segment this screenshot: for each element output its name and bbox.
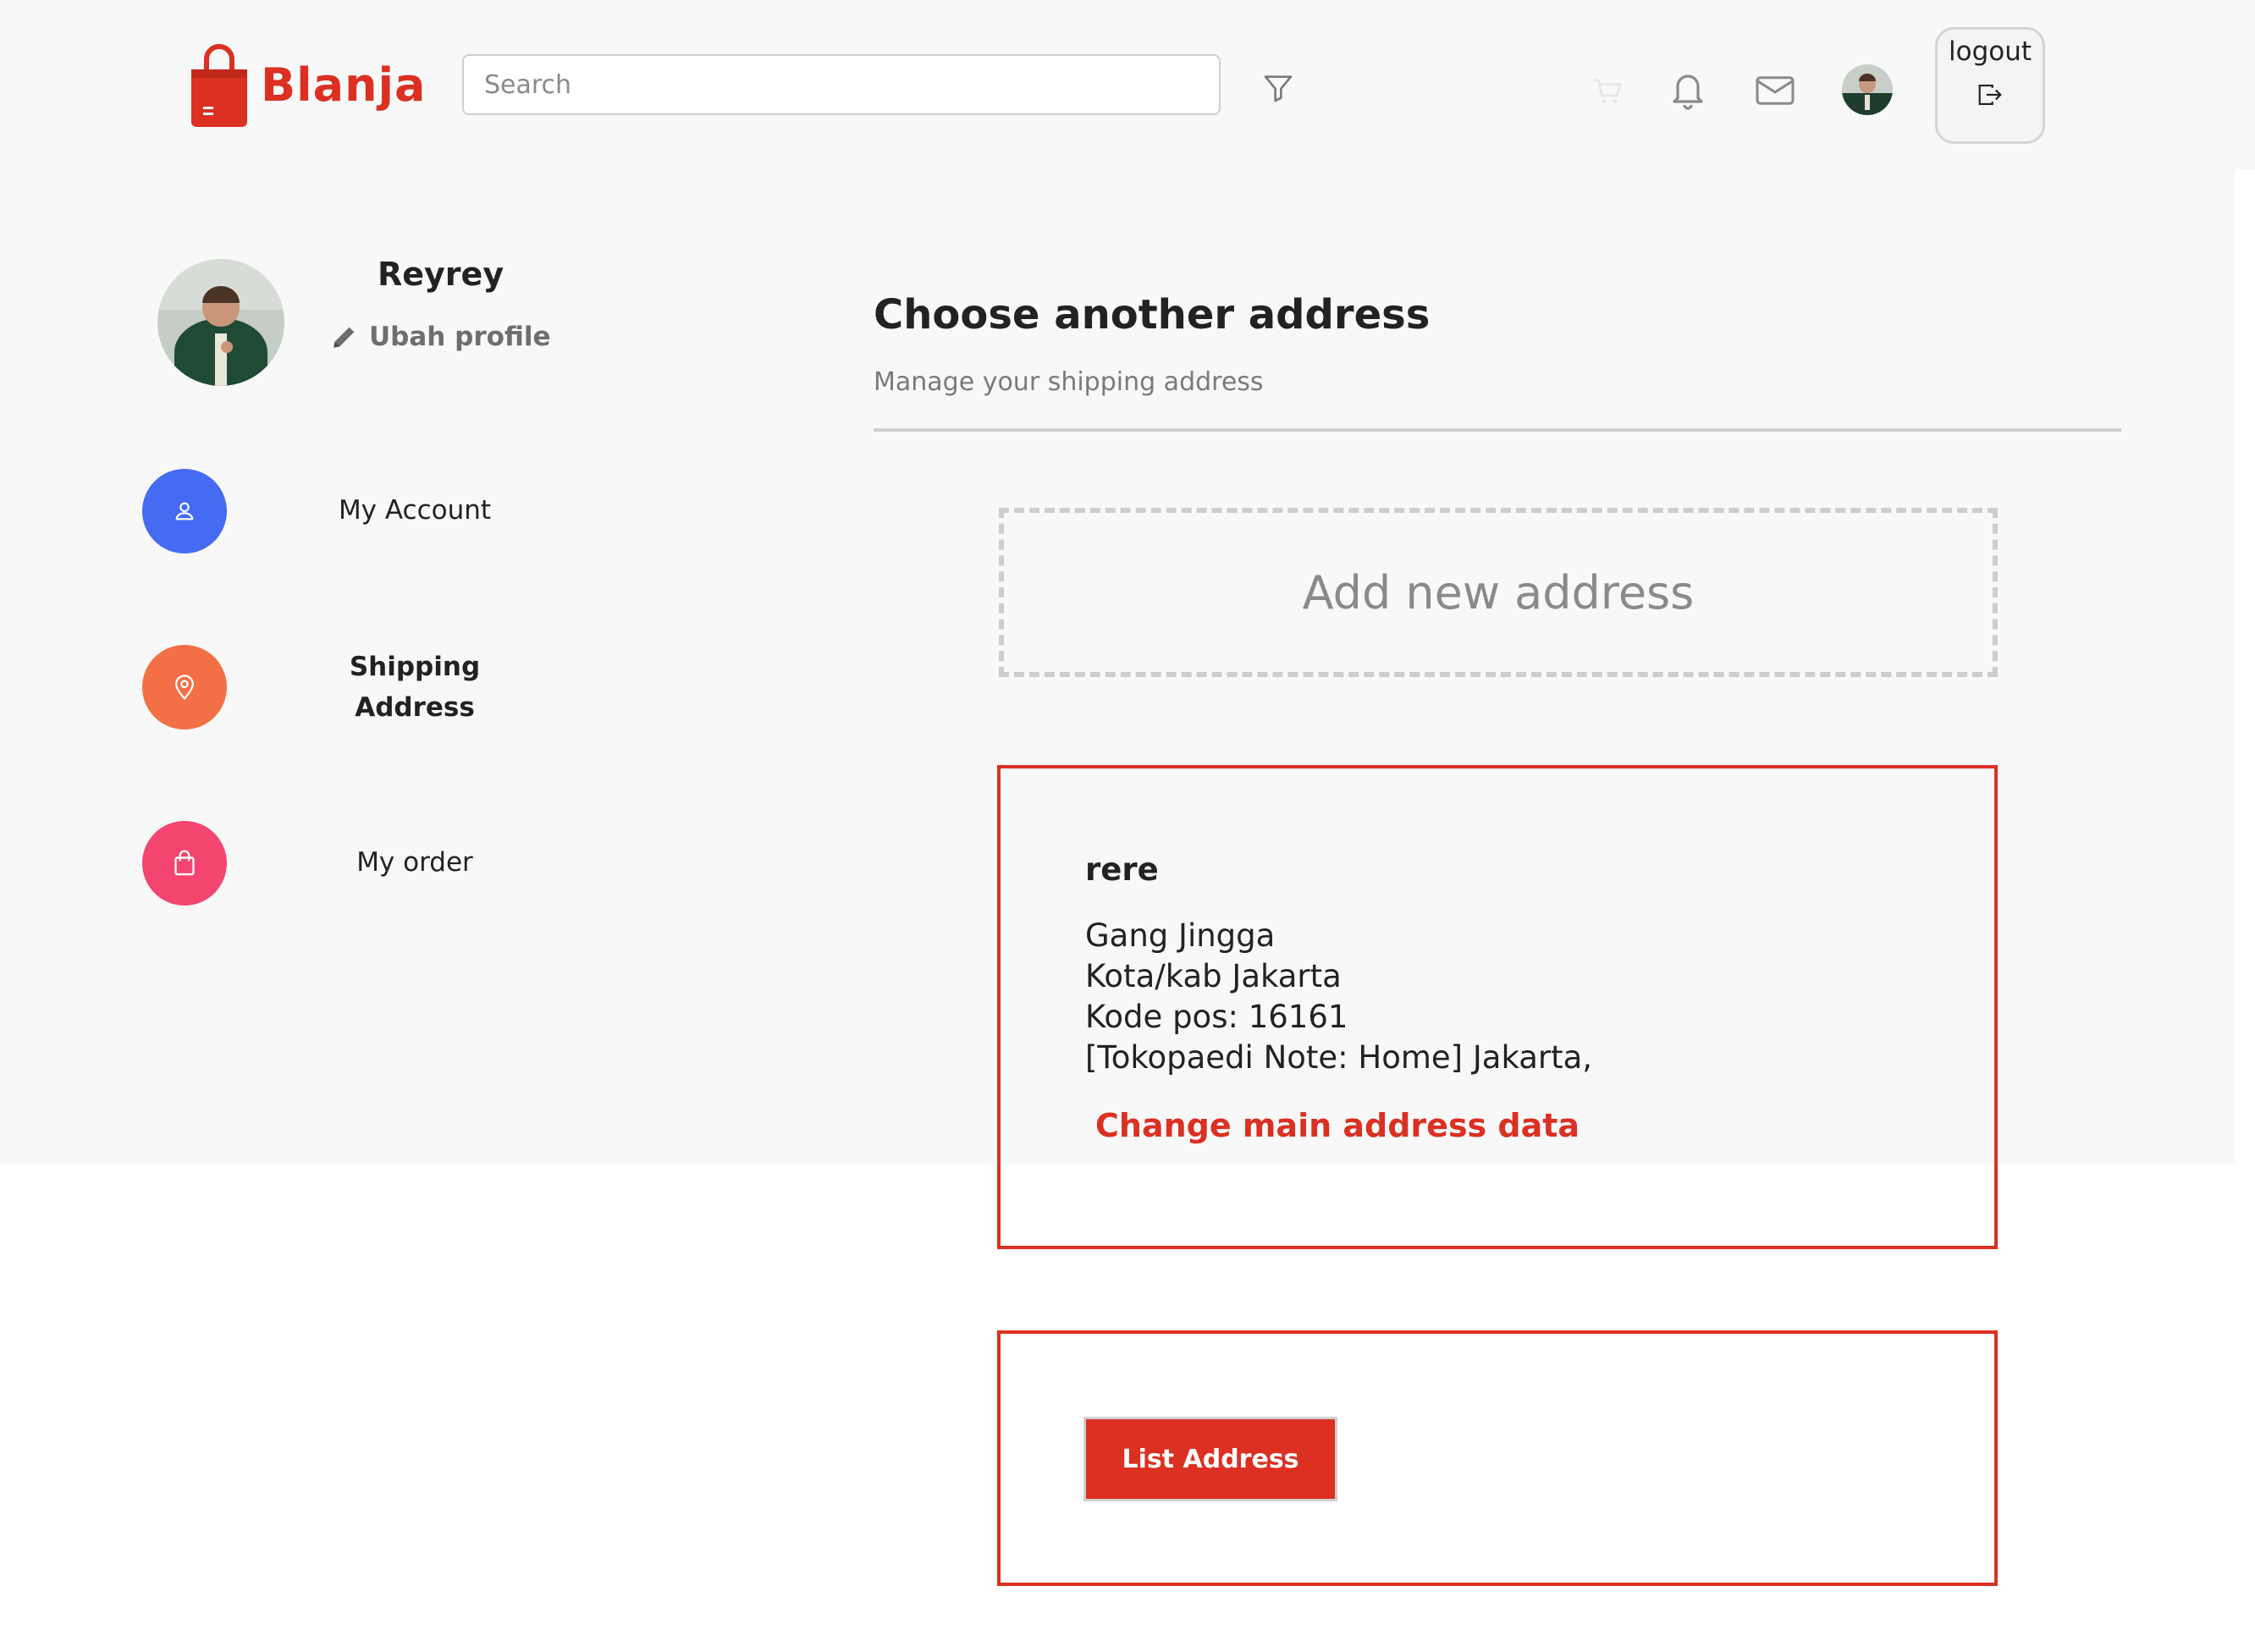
avatar-image <box>1842 64 1893 115</box>
sidebar-item-label[interactable]: My Account <box>296 490 533 531</box>
bell-icon[interactable] <box>1668 68 1708 112</box>
sidebar-item-label[interactable]: My order <box>296 842 533 883</box>
map-pin-icon <box>175 675 194 701</box>
profile-avatar-image <box>157 259 284 386</box>
add-new-address-label: Add new address <box>1302 565 1695 620</box>
map-pin-icon-circle <box>142 645 227 730</box>
address-card[interactable]: rere Gang Jingga Kota/kab Jakarta Kode p… <box>997 765 1998 1249</box>
profile-name: Reyrey <box>378 256 504 293</box>
change-address-link[interactable]: Change main address data <box>1095 1107 1580 1144</box>
address-recipient-name: rere <box>1085 851 1159 888</box>
address-line: Gang Jingga <box>1085 917 1276 954</box>
mail-icon[interactable] <box>1754 73 1796 108</box>
user-icon <box>175 502 194 520</box>
pencil-icon <box>334 327 355 348</box>
brand-name: Blanja <box>261 58 427 112</box>
logout-label: logout <box>1948 36 2032 67</box>
brand-logo[interactable]: Blanja <box>188 41 427 129</box>
shopping-bag-icon <box>174 850 195 876</box>
divider <box>874 428 2121 432</box>
edit-profile-label: Ubah profile <box>369 322 551 352</box>
edit-profile-link[interactable]: Ubah profile <box>330 322 551 352</box>
address-line: Kota/kab Jakarta <box>1085 958 1342 994</box>
address-line: [Tokopaedi Note: Home] Jakarta, <box>1085 1039 1593 1076</box>
user-icon-circle <box>142 469 227 553</box>
logout-icon <box>1978 85 2002 105</box>
sidebar-item-my-account[interactable] <box>142 469 227 553</box>
shopping-bag-icon-circle <box>142 821 227 906</box>
page-subtitle: Manage your shipping address <box>874 367 1264 397</box>
add-new-address-button[interactable]: Add new address <box>999 508 1998 677</box>
shopping-bag-logo-icon <box>191 44 247 127</box>
profile-avatar <box>157 259 284 386</box>
list-address-card: List Address <box>997 1330 1998 1586</box>
sidebar-item-shipping-address[interactable] <box>142 645 227 730</box>
cart-icon[interactable] <box>1591 74 1625 108</box>
filter-icon[interactable] <box>1261 71 1295 105</box>
page-title: Choose another address <box>874 291 1431 339</box>
sidebar-item-my-order[interactable] <box>142 821 227 906</box>
avatar[interactable] <box>1842 64 1893 115</box>
list-address-button[interactable]: List Address <box>1083 1417 1337 1501</box>
search-input[interactable] <box>462 54 1221 115</box>
logout-button[interactable]: logout <box>1935 27 2045 144</box>
address-line: Kode pos: 16161 <box>1085 999 1348 1035</box>
sidebar-item-label[interactable]: Shipping Address <box>296 647 533 728</box>
